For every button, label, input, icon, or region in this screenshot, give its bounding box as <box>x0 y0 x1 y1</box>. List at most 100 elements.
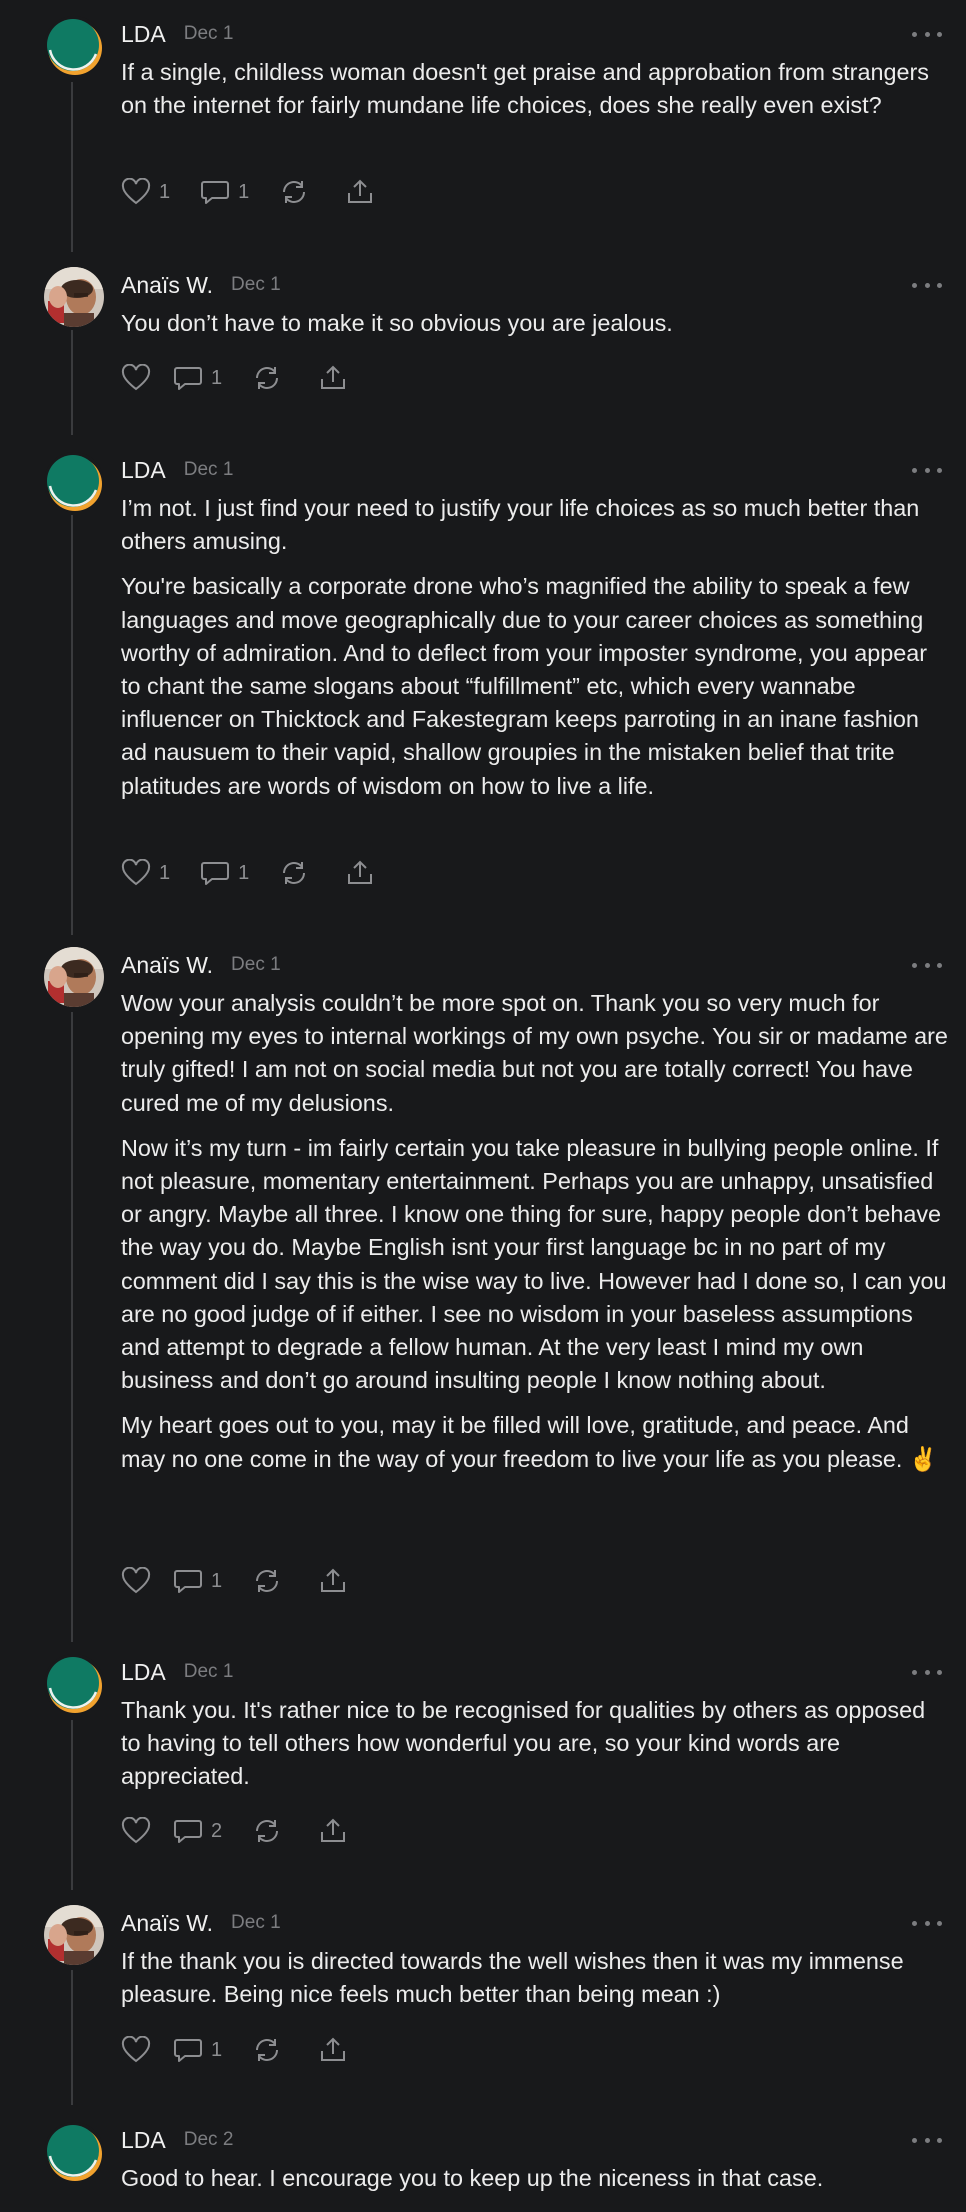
share-icon <box>318 1817 348 1845</box>
thread-line <box>71 515 73 935</box>
share-button[interactable] <box>318 1817 348 1845</box>
comment-date[interactable]: Dec 1 <box>184 23 234 45</box>
repost-button[interactable] <box>252 1567 282 1595</box>
teal-orange-circle-avatar[interactable] <box>44 452 104 512</box>
repost-button[interactable] <box>279 859 309 887</box>
author-name[interactable]: LDA <box>121 457 166 484</box>
profile-photo-avatar[interactable] <box>44 267 104 327</box>
like-button[interactable] <box>121 1817 151 1845</box>
comment-actions: 11 <box>121 857 397 889</box>
reply-button[interactable]: 1 <box>173 2036 222 2064</box>
comment-body: Good to hear. I encourage you to keep up… <box>121 2162 951 2207</box>
share-icon <box>318 1567 348 1595</box>
reply-button[interactable]: 2 <box>173 1817 222 1845</box>
comment-body: If the thank you is directed towards the… <box>121 1945 951 2023</box>
author-name[interactable]: LDA <box>121 2127 166 2154</box>
comment-paragraph: I’m not. I just find your need to justif… <box>121 495 920 555</box>
thread-line <box>71 1012 73 1642</box>
share-button[interactable] <box>318 364 348 392</box>
share-button[interactable] <box>345 859 375 887</box>
repost-icon <box>279 178 309 206</box>
share-icon <box>345 178 375 206</box>
comment-actions: 2 <box>121 1815 370 1847</box>
more-options-icon[interactable] <box>912 275 942 295</box>
comment-actions: 1 <box>121 362 370 394</box>
comment-icon <box>200 859 230 887</box>
share-button[interactable] <box>345 178 375 206</box>
author-name[interactable]: LDA <box>121 1659 166 1686</box>
thread-line <box>71 82 73 252</box>
comment-icon <box>200 178 230 206</box>
repost-icon <box>252 2036 282 2064</box>
comment-body: Thank you. It's rather nice to be recogn… <box>121 1694 951 1806</box>
thread-line <box>71 330 73 435</box>
like-button[interactable] <box>121 1567 151 1595</box>
reply-button[interactable]: 1 <box>173 1567 222 1595</box>
like-button[interactable]: 1 <box>121 178 170 206</box>
share-icon <box>345 859 375 887</box>
comment-date[interactable]: Dec 1 <box>231 274 281 296</box>
comment-paragraph: You don’t have to make it so obvious you… <box>121 310 673 336</box>
comment-header: Anaïs W. Dec 1 <box>121 950 281 980</box>
repost-button[interactable] <box>252 1817 282 1845</box>
comment-paragraph: Good to hear. I encourage you to keep up… <box>121 2165 824 2191</box>
like-button[interactable]: 1 <box>121 859 170 887</box>
like-button[interactable] <box>121 364 151 392</box>
comment-header: Anaïs W. Dec 1 <box>121 270 281 300</box>
comment-paragraph: Now it’s my turn - im fairly certain you… <box>121 1134 947 1394</box>
author-name[interactable]: Anaïs W. <box>121 1910 213 1937</box>
like-button-count: 1 <box>159 180 171 203</box>
reply-button-count: 2 <box>211 1819 223 1842</box>
repost-button[interactable] <box>252 364 282 392</box>
profile-photo-avatar[interactable] <box>44 1905 104 1965</box>
author-name[interactable]: LDA <box>121 21 166 48</box>
reply-button-count: 1 <box>238 180 250 203</box>
thread-line <box>71 1970 73 2105</box>
thread-line <box>71 1720 73 1890</box>
comment-body: You don’t have to make it so obvious you… <box>121 307 951 352</box>
profile-photo-avatar[interactable] <box>44 947 104 1007</box>
more-options-icon[interactable] <box>912 1913 942 1933</box>
teal-orange-circle-avatar[interactable] <box>44 2122 104 2182</box>
more-options-icon[interactable] <box>912 955 942 975</box>
heart-icon <box>121 859 151 887</box>
author-name[interactable]: Anaïs W. <box>121 952 213 979</box>
reply-button[interactable]: 1 <box>200 178 249 206</box>
like-button[interactable] <box>121 2036 151 2064</box>
comment-date[interactable]: Dec 1 <box>231 1912 281 1934</box>
share-button[interactable] <box>318 2036 348 2064</box>
comment-paragraph: If a single, childless woman doesn't get… <box>121 59 929 119</box>
reply-button[interactable]: 1 <box>173 364 222 392</box>
more-options-icon[interactable] <box>912 1662 942 1682</box>
repost-icon <box>252 1817 282 1845</box>
more-options-icon[interactable] <box>912 24 942 44</box>
comment-date[interactable]: Dec 2 <box>184 2129 234 2151</box>
repost-button[interactable] <box>252 2036 282 2064</box>
comment-date[interactable]: Dec 1 <box>231 954 281 976</box>
comment-paragraph: Thank you. It's rather nice to be recogn… <box>121 1697 926 1790</box>
comment-icon <box>173 2036 203 2064</box>
more-options-icon[interactable] <box>912 460 942 480</box>
more-options-icon[interactable] <box>912 2130 942 2150</box>
reply-button-count: 1 <box>211 366 223 389</box>
heart-icon <box>121 178 151 206</box>
repost-icon <box>252 1567 282 1595</box>
teal-orange-circle-avatar[interactable] <box>44 16 104 76</box>
author-name[interactable]: Anaïs W. <box>121 272 213 299</box>
heart-icon <box>121 1567 151 1595</box>
comment-body: Wow your analysis couldn’t be more spot … <box>121 987 951 1488</box>
comment-actions: 1 <box>121 1565 370 1597</box>
share-button[interactable] <box>318 1567 348 1595</box>
heart-icon <box>121 2036 151 2064</box>
teal-orange-circle-avatar[interactable] <box>44 1654 104 1714</box>
comment-icon <box>173 1817 203 1845</box>
comment-header: LDA Dec 1 <box>121 1657 233 1687</box>
comment-icon <box>173 364 203 392</box>
comment-header: LDA Dec 1 <box>121 455 233 485</box>
reply-button[interactable]: 1 <box>200 859 249 887</box>
comment-date[interactable]: Dec 1 <box>184 459 234 481</box>
repost-button[interactable] <box>279 178 309 206</box>
comment-date[interactable]: Dec 1 <box>184 1661 234 1683</box>
comment-actions: 1 <box>121 2034 370 2066</box>
comment-actions: 11 <box>121 176 397 208</box>
